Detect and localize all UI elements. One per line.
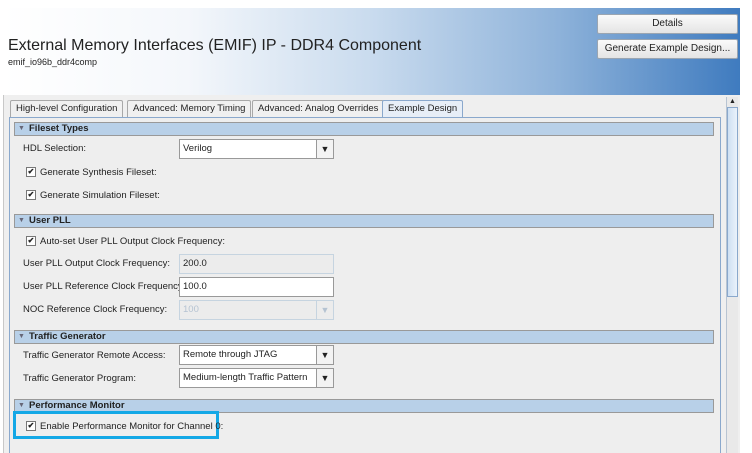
hdl-selection-label: HDL Selection: — [23, 143, 87, 154]
enable-perf-monitor-checkbox[interactable]: ✔ — [26, 421, 36, 431]
tg-remote-access-dropdown[interactable]: Remote through JTAG ▼ — [179, 345, 334, 365]
section-title: User PLL — [29, 215, 71, 226]
pll-output-freq-field: 200.0 — [179, 254, 334, 274]
tab-advanced-memory-timing[interactable]: Advanced: Memory Timing — [127, 100, 252, 117]
chevron-down-icon: ▼ — [316, 301, 333, 319]
collapse-triangle-icon: ▼ — [18, 217, 25, 224]
generate-synthesis-checkbox[interactable]: ✔ — [26, 167, 36, 177]
hdl-selection-dropdown[interactable]: Verilog ▼ — [179, 139, 334, 159]
section-title: Traffic Generator — [29, 331, 106, 342]
section-traffic-generator[interactable]: ▼ Traffic Generator — [14, 330, 714, 344]
section-user-pll[interactable]: ▼ User PLL — [14, 214, 714, 228]
generate-simulation-label: Generate Simulation Fileset: — [40, 190, 160, 201]
dropdown-value: Remote through JTAG — [183, 349, 278, 360]
tg-program-dropdown[interactable]: Medium-length Traffic Pattern ▼ — [179, 368, 334, 388]
tg-program-label: Traffic Generator Program: — [23, 373, 136, 384]
tab-high-level-configuration[interactable]: High-level Configuration — [10, 100, 124, 117]
generate-synthesis-label: Generate Synthesis Fileset: — [40, 167, 157, 178]
collapse-triangle-icon: ▼ — [18, 125, 25, 132]
tab-advanced-analog-overrides[interactable]: Advanced: Analog Overrides — [252, 100, 385, 117]
section-fileset-types[interactable]: ▼ Fileset Types — [14, 122, 714, 136]
pll-ref-freq-label: User PLL Reference Clock Frequency: — [23, 281, 186, 292]
page-title: External Memory Interfaces (EMIF) IP - D… — [8, 37, 422, 54]
dropdown-value: 100 — [183, 304, 199, 315]
autoset-pll-label: Auto-set User PLL Output Clock Frequency… — [40, 236, 225, 247]
dropdown-value: Verilog — [183, 143, 213, 154]
chevron-down-icon[interactable]: ▼ — [316, 140, 333, 158]
section-title: Fileset Types — [29, 123, 89, 134]
tg-remote-access-label: Traffic Generator Remote Access: — [23, 350, 166, 361]
dropdown-value: Medium-length Traffic Pattern — [183, 372, 308, 383]
scrollbar-thumb[interactable] — [727, 107, 738, 297]
scroll-up-arrow-icon[interactable]: ▲ — [727, 97, 738, 107]
section-title: Performance Monitor — [29, 400, 125, 411]
chevron-down-icon[interactable]: ▼ — [316, 369, 333, 387]
noc-ref-freq-dropdown: 100 ▼ — [179, 300, 334, 320]
noc-ref-freq-label: NOC Reference Clock Frequency: — [23, 304, 168, 315]
autoset-pll-checkbox[interactable]: ✔ — [26, 236, 36, 246]
collapse-triangle-icon: ▼ — [18, 333, 25, 340]
details-button[interactable]: Details — [597, 14, 738, 34]
component-name: emif_io96b_ddr4comp — [8, 57, 98, 67]
chevron-down-icon[interactable]: ▼ — [316, 346, 333, 364]
generate-simulation-checkbox[interactable]: ✔ — [26, 190, 36, 200]
tab-example-design[interactable]: Example Design — [382, 100, 464, 118]
generate-example-design-button[interactable]: Generate Example Design... — [597, 39, 738, 59]
pll-output-freq-label: User PLL Output Clock Frequency: — [23, 258, 170, 269]
enable-perf-monitor-label: Enable Performance Monitor for Channel 0… — [40, 421, 224, 432]
pll-ref-freq-input[interactable]: 100.0 — [179, 277, 334, 297]
